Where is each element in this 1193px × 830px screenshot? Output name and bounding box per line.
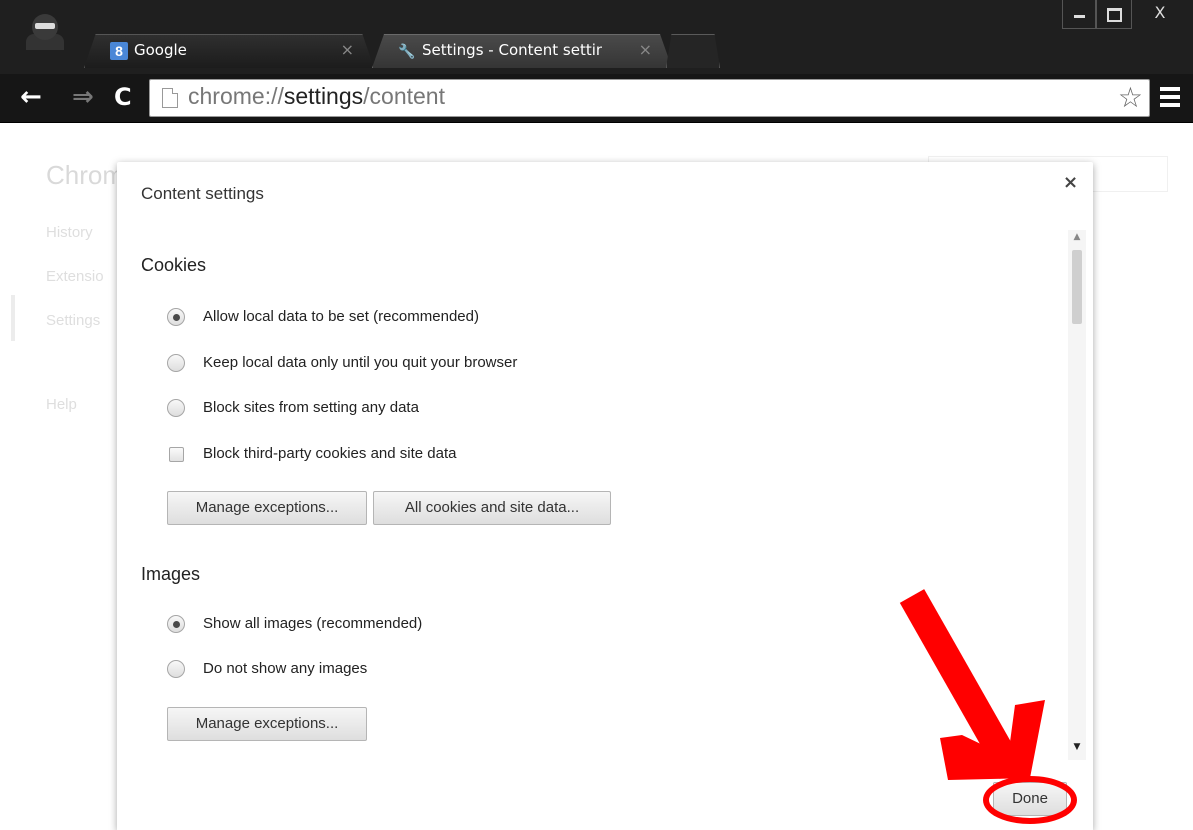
all-cookies-button[interactable]: All cookies and site data... [373, 491, 611, 525]
browser-toolbar: ← ⇒ C chrome://settings/content ☆ [0, 74, 1193, 123]
radio-selected[interactable] [167, 615, 185, 633]
tab-close-icon[interactable]: × [341, 40, 354, 59]
tab-google[interactable]: 8 Google × [84, 34, 374, 68]
cookies-manage-exceptions-button[interactable]: Manage exceptions... [167, 491, 367, 525]
done-button[interactable]: Done [993, 782, 1067, 816]
hamburger-menu-icon[interactable] [1160, 87, 1180, 109]
option-label: Block third-party cookies and site data [203, 445, 457, 462]
radio-unselected[interactable] [167, 660, 185, 678]
tab-close-icon[interactable]: × [639, 40, 652, 59]
radio-unselected[interactable] [167, 354, 185, 372]
tab-title: Google [134, 41, 187, 59]
back-arrow-icon[interactable]: ← [20, 82, 42, 112]
option-label: Allow local data to be set (recommended) [203, 308, 479, 325]
wrench-icon: 🔧 [398, 43, 416, 59]
option-label: Show all images (recommended) [203, 615, 423, 632]
option-label: Block sites from setting any data [203, 399, 419, 416]
radio-unselected[interactable] [167, 399, 185, 417]
cookies-heading: Cookies [141, 255, 207, 275]
tab-title: Settings - Content settings [422, 41, 602, 59]
maximize-icon[interactable] [1096, 0, 1132, 29]
incognito-icon [22, 10, 68, 50]
reload-icon[interactable]: C [114, 82, 132, 112]
browser-titlebar: 8 Google × 🔧 Settings - Content settings… [0, 0, 1193, 74]
page-icon [162, 88, 178, 108]
option-label: Do not show any images [203, 660, 368, 677]
forward-arrow-icon[interactable]: ⇒ [72, 82, 94, 112]
dialog-title: Content settings [141, 184, 264, 203]
images-heading: Images [141, 564, 201, 584]
window-close-icon[interactable]: X [1134, 0, 1186, 28]
minimize-icon[interactable] [1062, 0, 1096, 29]
google-icon: 8 [110, 42, 128, 60]
radio-selected[interactable] [167, 308, 185, 326]
close-icon[interactable]: × [1063, 172, 1078, 193]
images-manage-exceptions-button[interactable]: Manage exceptions... [167, 707, 367, 741]
bookmark-star-icon[interactable]: ☆ [1118, 81, 1143, 114]
content-settings-dialog: Content settings × Cookies Allow local d… [117, 162, 1093, 830]
scroll-up-icon[interactable]: ▲ [1068, 232, 1086, 242]
address-bar[interactable]: chrome://settings/content ☆ [149, 79, 1150, 117]
scroll-down-icon[interactable]: ▼ [1068, 742, 1086, 752]
address-url: chrome://settings/content [188, 83, 445, 109]
new-tab-button[interactable] [666, 34, 720, 68]
scroll-thumb[interactable] [1072, 250, 1082, 324]
dialog-scrollbar[interactable]: ▲ ▼ [1068, 230, 1086, 760]
tab-settings[interactable]: 🔧 Settings - Content settings × [372, 34, 672, 68]
checkbox[interactable] [169, 447, 184, 462]
option-label: Keep local data only until you quit your… [203, 354, 518, 371]
